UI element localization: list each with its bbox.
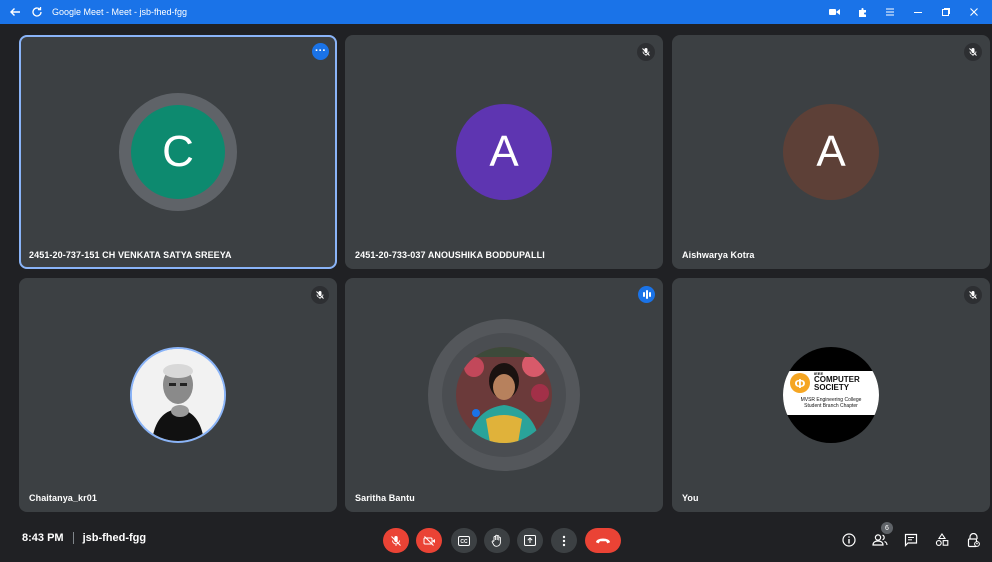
avatar-container: A [783, 104, 879, 200]
people-icon [872, 534, 888, 546]
avatar-ring: C [119, 93, 237, 211]
avatar-container [428, 319, 580, 471]
reload-icon[interactable] [30, 5, 44, 19]
hang-up-icon [596, 538, 610, 543]
participant-name: Aishwarya Kotra [682, 250, 755, 260]
participant-name: 2451-20-737-151 CH VENKATA SATYA SREEYA [29, 250, 232, 260]
participant-name: Chaitanya_kr01 [29, 493, 97, 503]
window-title: Google Meet - Meet - jsb-fhed-fgg [52, 7, 188, 17]
activities-button[interactable] [932, 530, 952, 550]
meeting-info: 8:43 PM jsb-fhed-fgg [22, 532, 146, 544]
present-icon [524, 535, 536, 546]
participant-tile[interactable]: Saritha Bantu [345, 278, 663, 512]
participant-tile[interactable]: Φ IEEE COMPUTER SOCIETY MVSR Engineering… [672, 278, 990, 512]
mic-off-icon [637, 43, 655, 61]
logo-text: IEEE COMPUTER SOCIETY [814, 372, 876, 392]
speaking-ring-outer [428, 319, 580, 471]
avatar: A [783, 104, 879, 200]
participant-tile[interactable]: A Aishwarya Kotra [672, 35, 990, 269]
raise-hand-button[interactable] [484, 528, 510, 553]
avatar-container: Φ IEEE COMPUTER SOCIETY MVSR Engineering… [783, 347, 879, 443]
clock-time: 8:43 PM [22, 532, 64, 544]
camera-off-icon [423, 535, 435, 546]
meeting-code: jsb-fhed-fgg [82, 532, 147, 544]
minimize-icon[interactable] [904, 0, 932, 24]
camera-toggle-button[interactable] [416, 528, 442, 553]
mic-off-icon [391, 535, 401, 546]
profile-photo [130, 347, 226, 443]
mic-off-icon [964, 43, 982, 61]
logo-line3: SOCIETY [814, 383, 850, 392]
more-options-icon[interactable]: ··· [312, 43, 329, 60]
participant-tile[interactable]: ··· C 2451-20-737-151 CH VENKATA SATYA S… [19, 35, 337, 269]
window-titlebar: Google Meet - Meet - jsb-fhed-fgg [0, 0, 992, 24]
participants-count-badge: 6 [881, 522, 893, 534]
closed-captions-icon: CC [458, 535, 470, 546]
captions-button[interactable]: CC [451, 528, 477, 553]
participant-tile[interactable]: A 2451-20-733-037 ANOUSHIKA BODDUPALLI [345, 35, 663, 269]
profile-photo [456, 347, 552, 443]
avatar: C [131, 105, 225, 199]
back-arrow-icon[interactable] [8, 5, 22, 19]
info-icon [842, 533, 856, 547]
present-screen-button[interactable] [517, 528, 543, 553]
hand-icon [491, 534, 501, 547]
avatar-container: C [119, 93, 237, 211]
microphone-toggle-button[interactable] [383, 528, 409, 553]
menu-icon[interactable] [876, 0, 904, 24]
lock-person-icon [967, 532, 980, 547]
participant-name: You [682, 493, 699, 503]
more-vert-icon [562, 535, 566, 546]
speaking-indicator-icon [638, 286, 655, 303]
leave-call-button[interactable] [585, 528, 621, 553]
participant-name: 2451-20-733-037 ANOUSHIKA BODDUPALLI [355, 250, 545, 260]
mic-off-icon [964, 286, 982, 304]
meeting-controls-bar: 8:43 PM jsb-fhed-fgg CC [0, 518, 992, 562]
meeting-details-button[interactable] [839, 530, 859, 550]
host-controls-button[interactable] [963, 530, 983, 550]
chat-icon [904, 533, 918, 547]
ieee-cs-logo: Φ IEEE COMPUTER SOCIETY MVSR Engineering… [783, 347, 879, 443]
svg-text:CC: CC [460, 539, 468, 545]
ieee-phi-icon: Φ [790, 373, 810, 393]
logo-line5: Student Branch Chapter [804, 403, 858, 409]
activities-icon [935, 533, 949, 546]
logo-caption: MVSR Engineering College Student Branch … [783, 397, 879, 409]
participant-tile[interactable]: Chaitanya_kr01 [19, 278, 337, 512]
avatar: A [456, 104, 552, 200]
avatar-container: A [456, 104, 552, 200]
chat-button[interactable] [901, 530, 921, 550]
more-options-button[interactable] [551, 528, 577, 553]
close-icon[interactable] [960, 0, 988, 24]
speaking-ring-inner [442, 333, 566, 457]
participant-name: Saritha Bantu [355, 493, 415, 503]
divider [72, 532, 74, 544]
avatar-container [130, 347, 226, 443]
restore-icon[interactable] [932, 0, 960, 24]
camera-indicator-icon[interactable] [820, 0, 848, 24]
extensions-icon[interactable] [848, 0, 876, 24]
mic-off-icon [311, 286, 329, 304]
